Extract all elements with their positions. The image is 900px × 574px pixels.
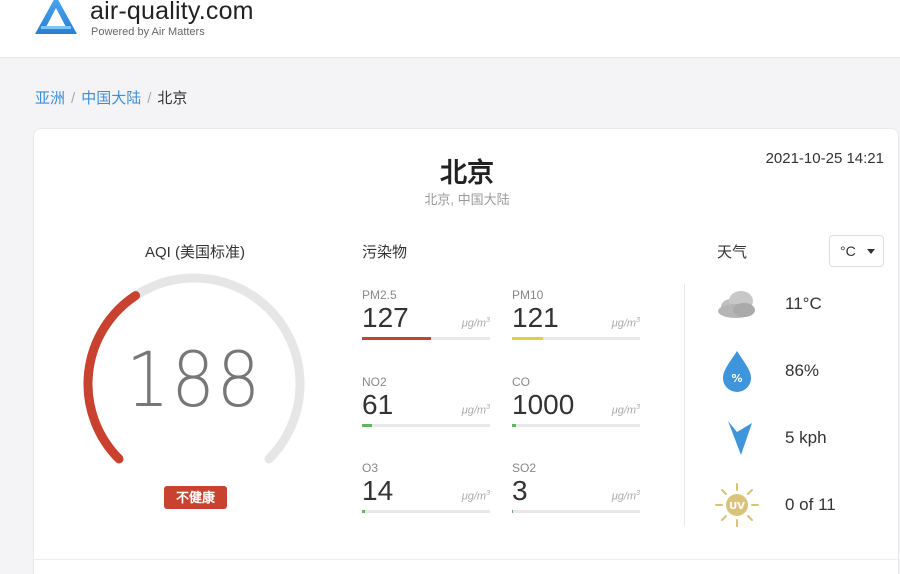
pollutant-pm10[interactable]: PM10 121 μg/m3 — [512, 288, 640, 352]
weather-value: 86% — [785, 361, 820, 380]
pollutant-level-bar — [512, 337, 640, 340]
city-subtitle: 北京, 中国大陆 — [424, 192, 510, 207]
aqi-label: AQI (美国标准) — [145, 244, 245, 261]
pollutant-co[interactable]: CO 1000 μg/m3 — [512, 375, 640, 439]
card-section-divider — [34, 559, 900, 560]
pollutant-unit: μg/m3 — [461, 404, 490, 417]
pollutant-name: PM2.5 — [362, 288, 397, 302]
weather-value: 0 of 11 — [785, 495, 836, 514]
temperature-unit-value: °C — [840, 243, 856, 259]
weather-humidity: % 86% — [714, 348, 884, 398]
pollutant-unit: μg/m3 — [461, 490, 490, 503]
pollutant-name: SO2 — [512, 461, 537, 475]
site-tagline: Powered by Air Matters — [91, 26, 205, 38]
breadcrumb-mainland-china[interactable]: 中国大陆 — [81, 90, 141, 107]
site-name[interactable]: air-quality.com — [90, 0, 254, 26]
site-header: air-quality.com Powered by Air Matters — [0, 0, 900, 58]
svg-text:UV: UV — [729, 501, 745, 512]
pollutant-value: 3 — [512, 475, 528, 506]
breadcrumb-asia[interactable]: 亚洲 — [35, 90, 65, 107]
weather-value: 11°C — [785, 294, 822, 313]
weather-title: 天气 — [717, 244, 748, 261]
pollutant-level-fill — [512, 424, 516, 427]
air-quality-logo-icon[interactable] — [33, 0, 79, 38]
pollutant-level-fill — [362, 337, 432, 340]
weather-divider — [684, 284, 685, 526]
pollutant-unit: μg/m3 — [611, 404, 640, 417]
breadcrumb-separator: / — [71, 90, 76, 107]
pollutant-so2[interactable]: SO2 3 μg/m3 — [512, 461, 640, 525]
pollutant-name: CO — [512, 375, 530, 389]
breadcrumb-separator: / — [147, 90, 152, 107]
pollutant-value: 14 — [362, 475, 394, 506]
pollutant-level-fill — [512, 510, 514, 513]
pollutant-value: 121 — [512, 302, 559, 333]
pollutant-unit: μg/m3 — [611, 317, 640, 330]
pollutant-level-bar — [362, 337, 490, 340]
pollutant-pm25[interactable]: PM2.5 127 μg/m3 — [362, 288, 490, 352]
weather-value: 5 kph — [785, 428, 827, 447]
caret-down-icon — [867, 249, 875, 254]
pollutant-unit: μg/m3 — [461, 317, 490, 330]
pollutant-level-fill — [362, 424, 373, 427]
pollutant-value: 61 — [362, 389, 394, 420]
pollutant-level-bar — [362, 510, 490, 513]
pollutant-name: NO2 — [362, 375, 387, 389]
pollutant-name: O3 — [362, 461, 379, 475]
svg-text:%: % — [731, 372, 742, 385]
weather-wind: 5 kph — [714, 415, 884, 465]
uv-sun-icon: UV — [715, 483, 759, 527]
pollutant-level-bar — [512, 510, 640, 513]
pollutant-name: PM10 — [512, 288, 544, 302]
pollutant-o3[interactable]: O3 14 μg/m3 — [362, 461, 490, 525]
pollutant-level-bar — [362, 424, 490, 427]
cloud-icon — [718, 291, 755, 318]
pollutant-value: 1000 — [512, 389, 575, 420]
temperature-unit-select[interactable]: °C — [829, 235, 884, 267]
breadcrumb-current-city: 北京 — [157, 90, 188, 107]
pollutant-level-bar — [512, 424, 640, 427]
pollutants-title: 污染物 — [362, 244, 408, 261]
aqi-level-badge: 不健康 — [164, 486, 227, 509]
weather-uv-index: UV 0 of 11 — [714, 482, 884, 532]
wind-direction-icon — [728, 421, 752, 455]
breadcrumb: 亚洲 / 中国大陆 / 北京 — [35, 87, 187, 108]
pollutant-level-fill — [362, 510, 365, 513]
air-quality-card: 北京 北京, 中国大陆 2021-10-25 14:21 AQI (美国标准) … — [33, 128, 900, 574]
weather-temperature: 11°C — [714, 281, 884, 331]
update-timestamp: 2021-10-25 14:21 — [765, 150, 884, 167]
pollutant-unit: μg/m3 — [611, 490, 640, 503]
aqi-value: 188 — [126, 335, 262, 424]
humidity-drop-icon: % — [723, 351, 751, 392]
pollutant-level-fill — [512, 337, 543, 340]
pollutant-value: 127 — [362, 302, 409, 333]
pollutant-no2[interactable]: NO2 61 μg/m3 — [362, 375, 490, 439]
